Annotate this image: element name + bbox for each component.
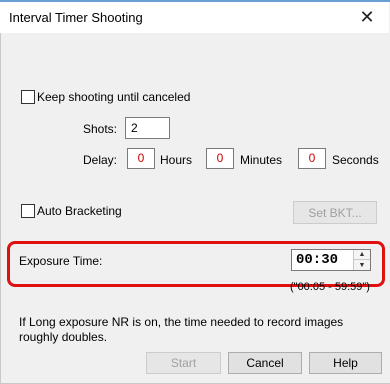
spinner-up-icon[interactable]: ▲ [354,250,370,260]
delay-hours-input[interactable]: 0 [127,148,155,169]
minutes-label: Minutes [240,153,283,167]
exposure-range-text: ("00:05 - 59:59") [290,281,370,293]
delay-label: Delay: [83,153,118,167]
auto-bracketing-label: Auto Bracketing [37,204,122,218]
exposure-time-label: Exposure Time: [19,254,103,268]
keep-shooting-label: Keep shooting until canceled [37,90,191,104]
set-bkt-button[interactable]: Set BKT... [293,201,377,224]
auto-bracketing-checkbox[interactable] [21,204,35,218]
delay-seconds-input[interactable]: 0 [298,148,326,169]
close-button[interactable]: ✕ [345,2,389,33]
hours-label: Hours [160,153,193,167]
exposure-time-spinner[interactable]: ▲ ▼ [353,250,370,270]
spinner-down-icon[interactable]: ▼ [354,260,370,270]
shots-input[interactable]: 2 [125,117,170,139]
title-bar: Interval Timer Shooting ✕ [0,2,389,33]
window-title: Interval Timer Shooting [9,10,143,25]
seconds-label: Seconds [332,153,379,167]
long-exposure-note: If Long exposure NR is on, the time need… [19,315,344,344]
help-button[interactable]: Help [309,352,382,374]
keep-shooting-checkbox[interactable] [21,90,35,104]
shots-label: Shots: [83,122,118,136]
exposure-time-input[interactable]: 00:30 ▲ ▼ [291,249,371,271]
close-icon: ✕ [359,7,375,27]
exposure-time-value: 00:30 [296,252,339,268]
cancel-button[interactable]: Cancel [228,352,302,374]
start-button[interactable]: Start [146,352,221,374]
delay-minutes-input[interactable]: 0 [206,148,234,169]
